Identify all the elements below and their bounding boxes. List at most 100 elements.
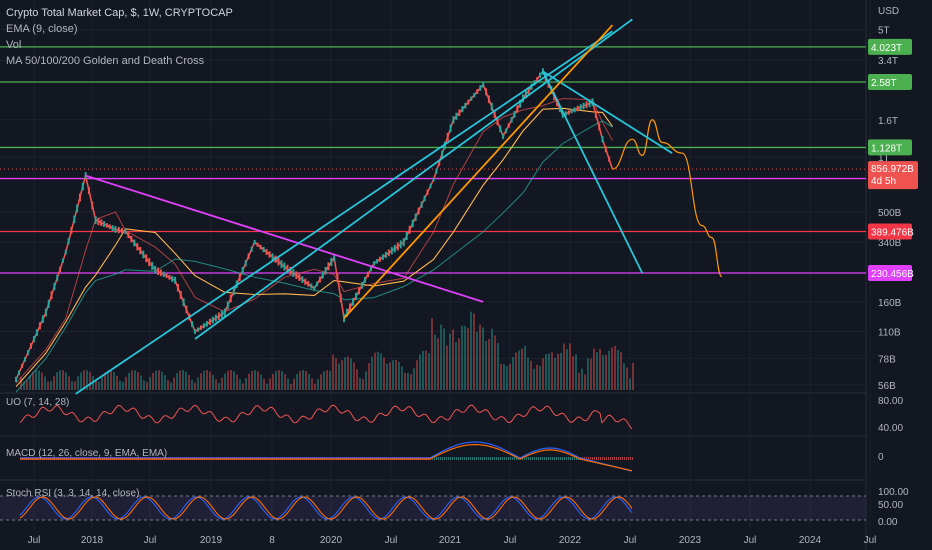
volume-bar: [338, 363, 340, 390]
candle: [226, 301, 229, 310]
candle: [327, 262, 330, 271]
ema-legend: EMA (9, close): [6, 23, 78, 35]
candle: [396, 242, 399, 251]
x-tick-label: 2021: [439, 535, 462, 546]
macd-legend: MACD (12, 26, close, 9, EMA, EMA): [6, 448, 168, 459]
volume-bar: [347, 356, 349, 390]
volume-bar: [512, 357, 514, 390]
macd-histogram-bar: [532, 457, 533, 460]
volume-bar: [173, 377, 175, 390]
macd-histogram-bar: [574, 457, 575, 460]
macd-histogram-bar: [618, 457, 619, 460]
candle: [44, 308, 47, 317]
volume-bar: [215, 379, 217, 390]
volume-bar: [425, 350, 427, 390]
macd-histogram-bar: [478, 457, 479, 460]
volume-bar: [614, 346, 616, 390]
macd-histogram-bar: [536, 457, 537, 460]
volume-bar: [203, 370, 205, 390]
candle: [455, 112, 458, 120]
volume-bar: [44, 376, 46, 390]
candle: [435, 168, 438, 174]
volume-bar: [251, 370, 253, 390]
candle: [130, 235, 133, 243]
macd-histogram-bar: [550, 457, 551, 460]
volume-bar: [551, 352, 553, 390]
candle: [313, 286, 316, 291]
macd-histogram-bar: [526, 457, 527, 460]
x-tick-label: Jul: [144, 535, 157, 546]
volume-bar: [575, 354, 577, 390]
volume-bar: [32, 372, 34, 390]
candle: [205, 321, 208, 327]
macd-histogram-bar: [450, 457, 451, 460]
candle: [217, 312, 220, 320]
candle: [420, 201, 423, 208]
volume-bar: [506, 366, 508, 390]
macd-histogram-bar: [572, 457, 573, 460]
candle: [142, 250, 145, 259]
volume-bar: [332, 354, 334, 390]
volume-bar: [587, 358, 589, 390]
macd-histogram-bar: [610, 457, 611, 460]
volume-bar: [152, 372, 154, 390]
volume-bar: [554, 357, 556, 390]
candle: [316, 281, 319, 287]
volume-bar: [488, 338, 490, 390]
candle: [41, 315, 44, 323]
candle: [304, 278, 307, 285]
volume-bar: [521, 348, 523, 390]
volume-bar: [533, 368, 535, 390]
level-label: 2.58T: [871, 78, 897, 89]
volume-bar: [437, 338, 439, 390]
price-tick-label: 56B: [878, 381, 896, 392]
candle: [185, 305, 188, 314]
volume-bar: [161, 371, 163, 390]
candle: [229, 294, 232, 303]
macd-histogram-bar: [480, 457, 481, 460]
candle: [510, 117, 513, 123]
volume-bar: [236, 374, 238, 390]
macd-histogram-bar: [560, 457, 561, 460]
volume-bar: [548, 353, 550, 390]
volume-bar: [476, 331, 478, 390]
volume-bar: [194, 382, 196, 390]
macd-histogram-bar: [632, 457, 633, 460]
candle: [461, 106, 464, 113]
volume-bar: [593, 348, 595, 390]
macd-histogram-bar: [446, 457, 447, 460]
candle: [482, 81, 485, 88]
macd-histogram-bar: [474, 457, 475, 460]
candle: [24, 357, 27, 362]
volume-bar: [356, 369, 358, 390]
candle: [390, 247, 393, 255]
candle: [78, 193, 81, 202]
volume-bar: [605, 354, 607, 390]
candle: [485, 88, 488, 96]
volume-bar: [392, 360, 394, 390]
chart-legend: Crypto Total Market Cap, $, 1W, CRYPTOCA…: [6, 5, 233, 69]
candle: [399, 240, 402, 249]
volume-bar: [380, 353, 382, 390]
volume-bar: [479, 324, 481, 390]
candle: [208, 318, 211, 326]
x-tick-label: Jul: [28, 535, 41, 546]
macd-histogram-bar: [562, 457, 563, 460]
price-chart[interactable]: 5T3.4T1.6T1T500B340B160B110B78B56BUSD4.0…: [0, 0, 932, 550]
volume-bar: [623, 363, 625, 390]
candle: [35, 329, 38, 336]
candle: [381, 254, 384, 260]
volume-bar: [590, 358, 592, 390]
volume-bar: [518, 350, 520, 390]
volume-bar: [218, 383, 220, 390]
candle: [449, 124, 452, 133]
macd-histogram-bar: [548, 457, 549, 460]
candle: [67, 238, 70, 245]
volume-bar: [320, 374, 322, 390]
candle: [162, 271, 165, 278]
stoch-legend: Stoch RSI (3, 3, 14, 14, close): [6, 488, 140, 499]
macd-histogram-bar: [440, 457, 441, 460]
volume-bar: [53, 376, 55, 390]
volume-bar: [101, 376, 103, 390]
stoch-pane: [0, 495, 866, 521]
